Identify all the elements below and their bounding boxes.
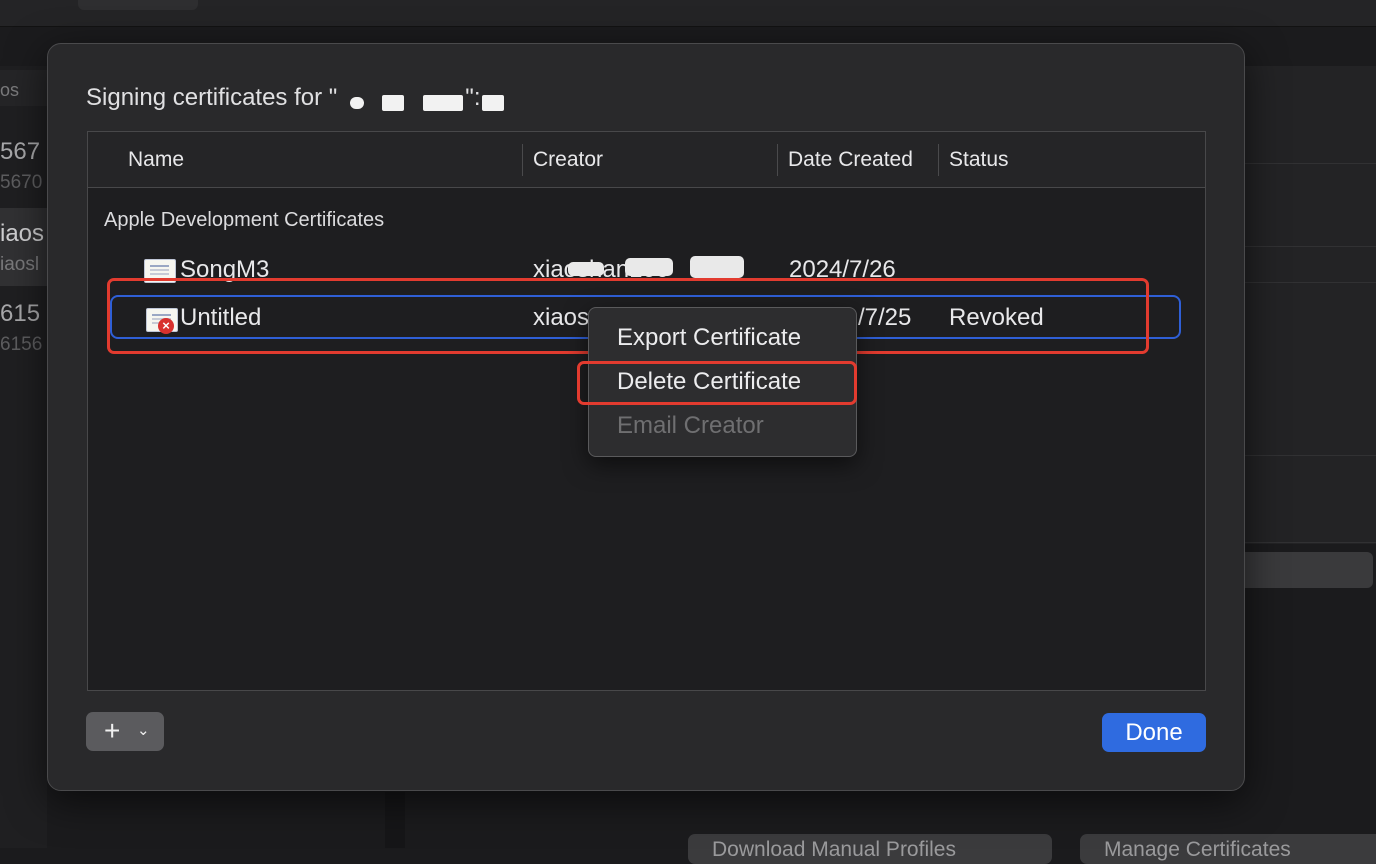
background-field[interactable]	[1245, 552, 1373, 588]
background-list-item-subtitle: 6156	[0, 334, 43, 355]
plus-icon: +	[104, 715, 121, 746]
add-certificate-button[interactable]: + ⌄	[86, 712, 164, 751]
sheet-title: Signing certificates for " ":	[86, 84, 481, 111]
redaction-mark	[690, 256, 744, 278]
column-divider[interactable]	[938, 144, 939, 176]
redaction-mark	[350, 97, 364, 109]
background-list-header: os	[0, 70, 47, 106]
column-divider[interactable]	[522, 144, 523, 176]
table-header: Name Creator Date Created Status	[88, 132, 1205, 188]
column-header-name[interactable]: Name	[128, 148, 184, 172]
section-apple-development-certificates: Apple Development Certificates	[104, 209, 385, 231]
download-manual-profiles-button[interactable]: Download Manual Profiles	[688, 834, 1052, 864]
column-header-status[interactable]: Status	[949, 148, 1009, 172]
redaction-mark	[625, 258, 673, 276]
redaction-mark	[382, 95, 404, 111]
redaction-mark	[568, 262, 604, 276]
toolbar-control[interactable]	[78, 0, 198, 10]
column-divider[interactable]	[777, 144, 778, 176]
redaction-mark	[423, 95, 463, 111]
background-list-item-subtitle: iaosl	[0, 254, 40, 275]
background-list-item-title[interactable]: iaos	[0, 220, 44, 248]
background-list-item-title[interactable]: 567	[0, 138, 40, 166]
column-header-creator[interactable]: Creator	[533, 148, 603, 172]
divider	[1245, 455, 1376, 456]
menu-item-export-certificate[interactable]: Export Certificate	[617, 324, 801, 352]
background-detail-panel	[1245, 66, 1376, 544]
divider	[1245, 282, 1376, 283]
redaction-mark	[482, 95, 504, 111]
divider	[1245, 246, 1376, 247]
background-list-item-title[interactable]: 615	[0, 300, 40, 328]
chevron-down-icon: ⌄	[137, 722, 150, 739]
column-header-date-created[interactable]: Date Created	[788, 148, 913, 172]
background-list-item-subtitle: 5670	[0, 172, 43, 193]
window-toolbar	[0, 0, 1376, 27]
background-split-divider	[385, 792, 405, 848]
divider	[1245, 163, 1376, 164]
done-button[interactable]: Done	[1102, 713, 1206, 752]
divider	[1245, 542, 1376, 543]
annotation-highlight-delete	[577, 361, 857, 405]
menu-item-email-creator: Email Creator	[617, 412, 764, 439]
manage-certificates-button[interactable]: Manage Certificates	[1080, 834, 1376, 864]
